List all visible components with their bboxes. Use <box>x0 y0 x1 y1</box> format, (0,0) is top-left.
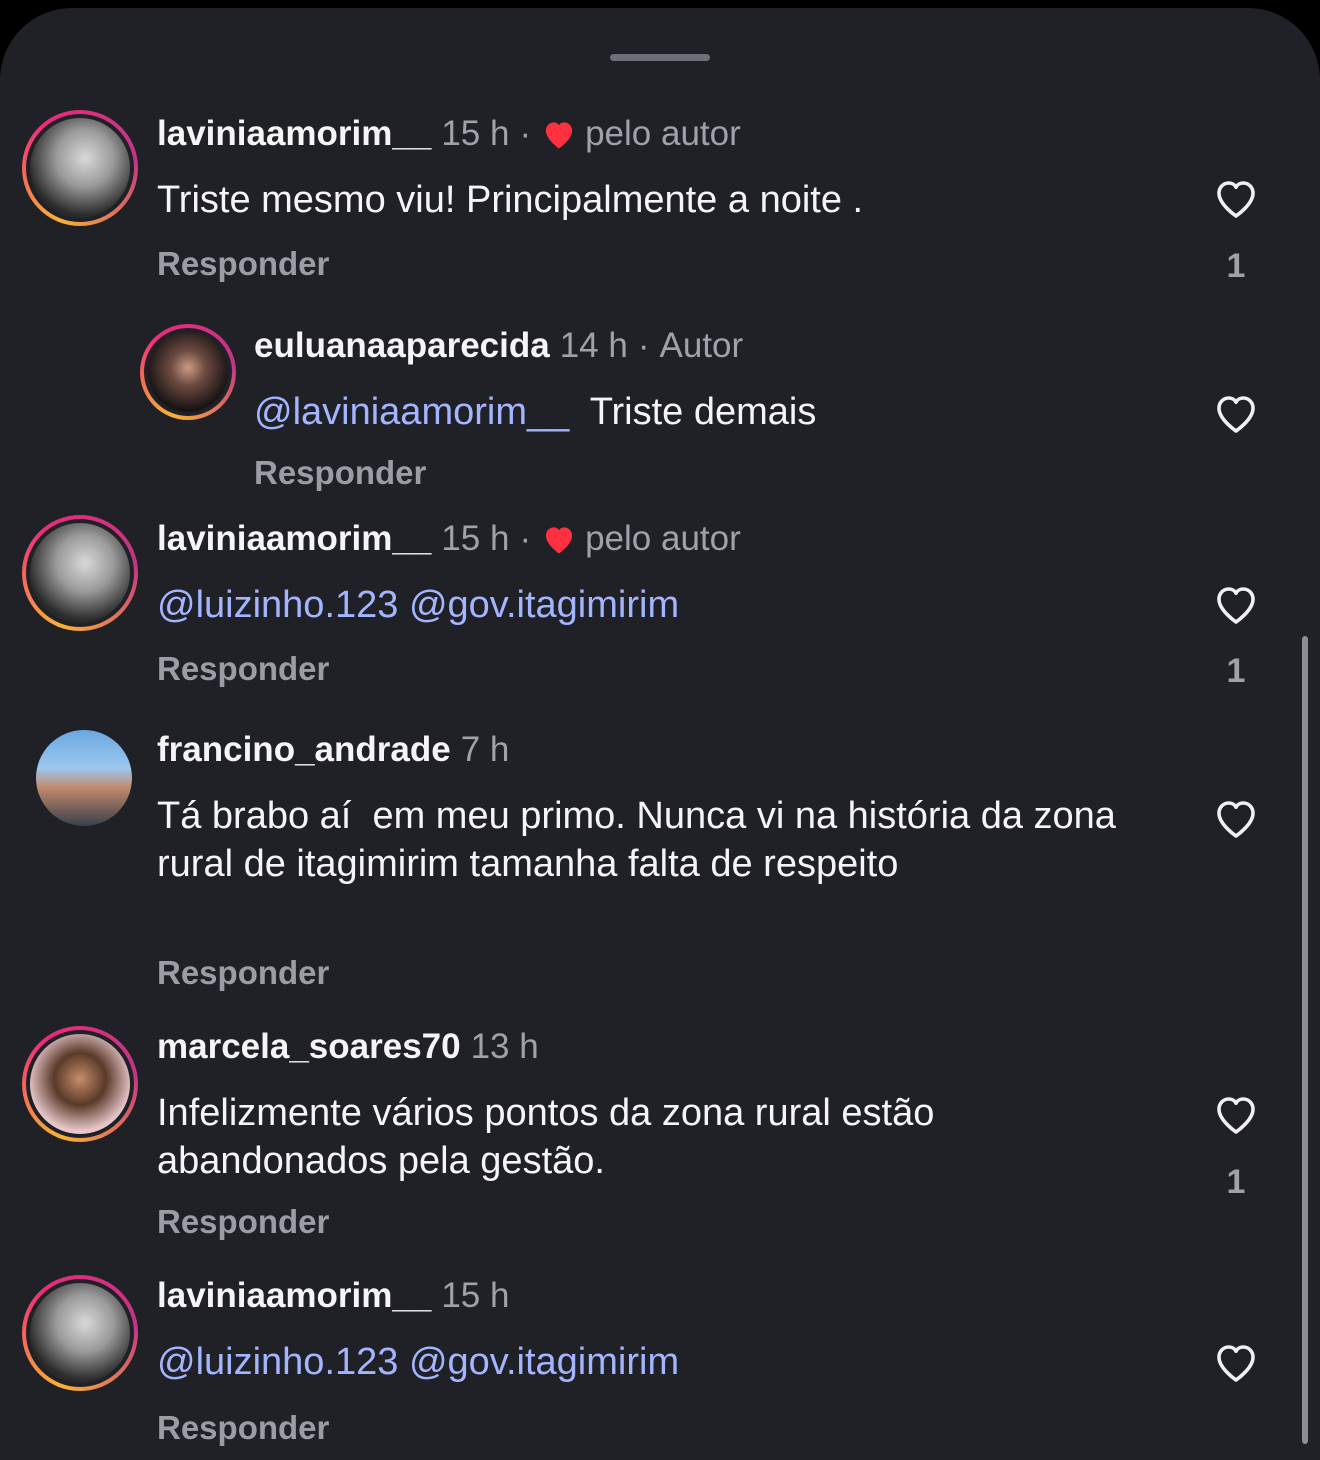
comment-meta: euluanaaparecida 14 h · Autor <box>254 326 743 366</box>
comment-time: 15 h <box>441 114 510 153</box>
drag-handle[interactable] <box>610 54 710 61</box>
reply-button[interactable]: Responder <box>157 244 329 284</box>
comment-time: 15 h <box>441 1276 510 1315</box>
reply-button[interactable]: Responder <box>157 649 329 689</box>
comment-username[interactable]: marcela_soares70 <box>157 1027 461 1067</box>
heart-outline-icon <box>1217 801 1255 838</box>
author-badge: Autor <box>659 326 744 365</box>
avatar[interactable] <box>22 515 138 631</box>
like-button[interactable] <box>1210 389 1262 437</box>
heart-outline-icon <box>1217 396 1255 433</box>
liked-by-author: pelo autor <box>585 114 741 153</box>
comment-body: Triste demais <box>589 391 817 433</box>
like-count: 1 <box>1226 1163 1246 1201</box>
avatar[interactable] <box>22 110 138 226</box>
avatar[interactable] <box>22 1026 138 1142</box>
avatar[interactable] <box>36 730 132 826</box>
comment-username[interactable]: laviniaamorim__ <box>157 1276 431 1316</box>
heart-filled-icon <box>546 122 573 149</box>
like-count: 1 <box>1226 652 1246 690</box>
comment-meta: laviniaamorim__ 15 h <box>157 1276 509 1316</box>
reply-button[interactable]: Responder <box>157 1408 329 1448</box>
mention-link[interactable]: @luizinho.123 @gov.itagimirim <box>157 581 1177 629</box>
comment-text: Infelizmente vários pontos da zona rural… <box>157 1092 945 1182</box>
reply-button[interactable]: Responder <box>157 1202 329 1242</box>
comment-text: @laviniaamorim__ Triste demais <box>254 388 1174 436</box>
heart-outline-icon <box>1217 1345 1255 1382</box>
comment-username[interactable]: francino_andrade <box>157 730 451 770</box>
avatar-photo <box>144 328 232 416</box>
comment-meta: francino_andrade 7 h <box>157 730 509 770</box>
comment-meta: laviniaamorim__ 15 h · pelo autor <box>157 114 741 154</box>
like-button[interactable] <box>1210 794 1262 842</box>
comment-meta: laviniaamorim__ 15 h · pelo autor <box>157 519 741 559</box>
separator-dot: · <box>637 326 650 365</box>
like-count: 1 <box>1226 247 1246 285</box>
mention-link[interactable]: @laviniaamorim__ <box>254 391 569 433</box>
like-button[interactable] <box>1210 1090 1262 1138</box>
avatar-photo <box>26 519 134 627</box>
heart-outline-icon <box>1217 181 1255 218</box>
mention-link[interactable]: @luizinho.123 @gov.itagimirim <box>157 1338 1177 1386</box>
comment-username[interactable]: euluanaaparecida <box>254 326 550 366</box>
like-button[interactable] <box>1210 1338 1262 1386</box>
comment-text: Triste mesmo viu! Principalmente a noite… <box>157 179 864 221</box>
heart-outline-icon <box>1217 1097 1255 1134</box>
comments-sheet: laviniaamorim__ 15 h · pelo autor Triste… <box>0 8 1320 1460</box>
comment-text: Tá brabo aí em meu primo. Nunca vi na hi… <box>157 795 1127 885</box>
avatar-photo <box>26 114 134 222</box>
avatar[interactable] <box>22 1275 138 1391</box>
like-button[interactable] <box>1210 174 1262 222</box>
comment-meta: marcela_soares70 13 h <box>157 1027 539 1067</box>
comment-time: 7 h <box>460 730 510 769</box>
avatar-photo <box>26 1030 134 1138</box>
comment-time: 14 h <box>559 326 628 365</box>
like-button[interactable] <box>1210 580 1262 628</box>
liked-by-author: pelo autor <box>585 519 741 558</box>
comment-time: 13 h <box>470 1027 539 1066</box>
reply-button[interactable]: Responder <box>157 953 329 993</box>
separator-dot: · <box>519 519 532 558</box>
reply-button[interactable]: Responder <box>254 453 426 493</box>
comment-time: 15 h <box>441 519 510 558</box>
scrollbar[interactable] <box>1302 636 1308 1444</box>
comment-username[interactable]: laviniaamorim__ <box>157 519 431 559</box>
heart-filled-icon <box>546 527 573 554</box>
comment-username[interactable]: laviniaamorim__ <box>157 114 431 154</box>
separator-dot: · <box>519 114 532 153</box>
avatar[interactable] <box>140 324 236 420</box>
avatar-photo <box>26 1279 134 1387</box>
heart-outline-icon <box>1217 587 1255 624</box>
